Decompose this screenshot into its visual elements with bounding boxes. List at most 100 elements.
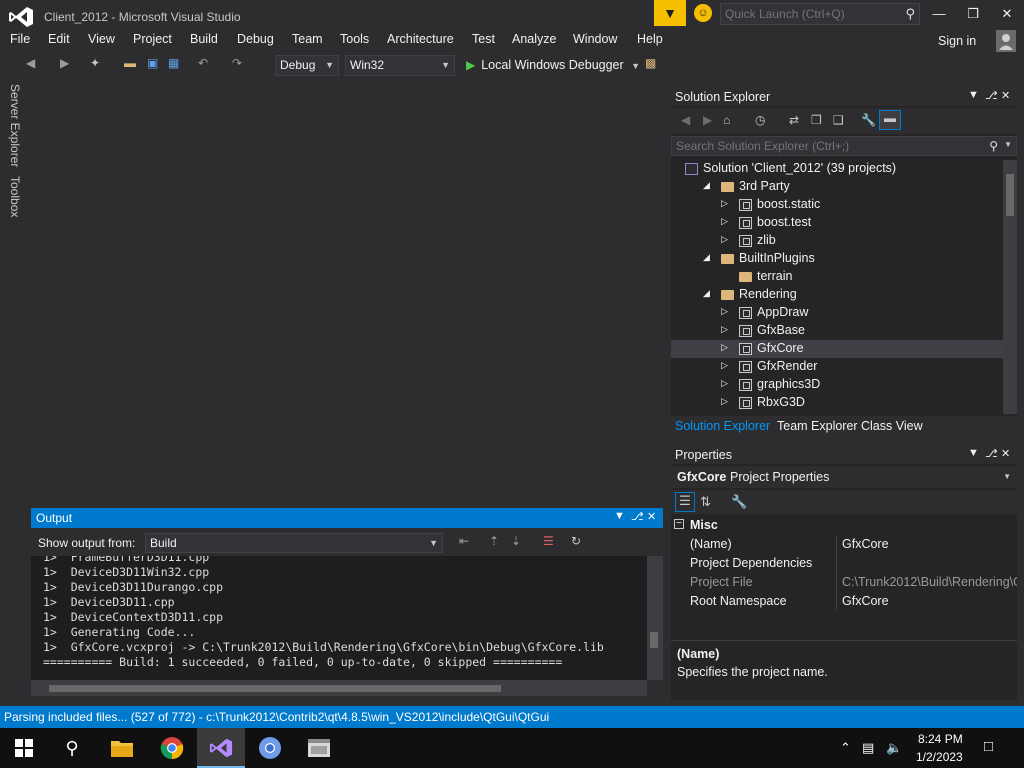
app-window-icon[interactable] [303, 734, 335, 762]
close-icon[interactable]: ✕ [1001, 447, 1010, 460]
search-icon[interactable]: ⚲ [56, 734, 88, 762]
expand-arrow-icon[interactable]: ▷ [721, 360, 728, 371]
tree-item[interactable]: ▷ GfxBase [671, 322, 1003, 340]
tree-item[interactable]: ▷ GfxRender [671, 358, 1003, 376]
expand-arrow-icon[interactable]: ▷ [721, 216, 728, 227]
save-all-icon[interactable]: ▦ [168, 56, 179, 70]
collapse-all-icon[interactable]: ❐ [811, 113, 822, 127]
menu-project[interactable]: Project [133, 32, 172, 46]
pending-changes-icon[interactable]: ◷ [755, 113, 765, 127]
save-icon[interactable]: ▣ [147, 56, 158, 70]
new-project-icon[interactable]: ✦ [90, 56, 100, 70]
menu-edit[interactable]: Edit [48, 32, 70, 46]
property-value[interactable]: GfxCore [842, 537, 1017, 551]
preview-selected-icon[interactable]: ▬ [879, 110, 901, 130]
property-row[interactable]: Project File C:\Trunk2012\Build\Renderin… [671, 573, 1017, 592]
properties-object-selector[interactable]: GfxCore Project Properties ▼ [671, 466, 1017, 488]
file-explorer-icon[interactable] [106, 734, 138, 762]
show-all-files-icon[interactable]: ❑ [833, 113, 844, 127]
tree-item[interactable]: ▷ boost.static [671, 196, 1003, 214]
tree-item[interactable]: terrain [671, 268, 1003, 286]
expand-arrow-icon[interactable]: ▷ [721, 342, 728, 353]
scrollbar-thumb[interactable] [650, 632, 658, 648]
home-icon[interactable]: ⌂ [723, 113, 730, 127]
quick-launch-input[interactable] [721, 4, 901, 24]
collapse-icon[interactable]: − [674, 519, 684, 529]
menu-team[interactable]: Team [292, 32, 323, 46]
output-text[interactable]: 1> FrameBufferD3D11.cpp 1> DeviceD3D11Wi… [31, 556, 647, 680]
menu-architecture[interactable]: Architecture [387, 32, 454, 46]
chrome-icon[interactable] [156, 734, 188, 762]
tree-item[interactable]: ▷ graphics3D [671, 376, 1003, 394]
property-pages-wrench-icon[interactable]: 🔧 [731, 494, 747, 510]
solution-tree-scrollbar[interactable] [1003, 160, 1017, 414]
feedback-icon[interactable]: ▼ [654, 0, 686, 26]
menu-build[interactable]: Build [190, 32, 218, 46]
menu-analyze[interactable]: Analyze [512, 32, 556, 46]
menu-view[interactable]: View [88, 32, 115, 46]
menu-debug[interactable]: Debug [237, 32, 274, 46]
pin-icon[interactable]: ⎇ [985, 89, 998, 102]
word-wrap-icon[interactable]: ↻ [571, 534, 581, 548]
tree-item[interactable]: ◢ BuiltInPlugins [671, 250, 1003, 268]
sync-icon[interactable]: ⇄ [789, 113, 799, 127]
property-row[interactable]: (Name) GfxCore [671, 535, 1017, 554]
find-next-icon[interactable]: ⇣ [511, 534, 521, 548]
configuration-dropdown[interactable]: Debug ▼ [275, 55, 339, 76]
sign-in-link[interactable]: Sign in [938, 34, 976, 48]
tab-class-view[interactable]: Class View [861, 419, 923, 433]
tab-server-explorer[interactable]: Server Explorer [8, 84, 22, 167]
chevron-down-icon[interactable]: ▼ [1003, 472, 1011, 481]
collapse-arrow-icon[interactable]: ◢ [703, 288, 710, 299]
collapse-arrow-icon[interactable]: ◢ [703, 252, 710, 263]
platform-dropdown[interactable]: Win32 ▼ [345, 55, 455, 76]
tree-item[interactable]: ▷ RbxG3D [671, 394, 1003, 412]
solution-search-input[interactable] [672, 137, 982, 155]
search-icon[interactable]: ⚲ [989, 139, 998, 153]
find-in-files-icon[interactable]: ▩ [645, 56, 656, 70]
undo-icon[interactable]: ↶ [198, 56, 208, 70]
alphabetical-icon[interactable]: ⇅ [700, 494, 711, 510]
search-icon[interactable]: ⚲ [905, 6, 915, 22]
expand-arrow-icon[interactable]: ▷ [721, 324, 728, 335]
tab-toolbox[interactable]: Toolbox [8, 176, 22, 217]
windows-start-icon[interactable] [8, 734, 40, 762]
pin-icon[interactable]: ⎇ [631, 510, 644, 523]
tree-item[interactable]: ▷ AppDraw [671, 304, 1003, 322]
chevron-up-icon[interactable]: ⌃ [840, 740, 851, 756]
property-value[interactable]: C:\Trunk2012\Build\Rendering\G [842, 575, 1017, 589]
close-icon[interactable]: ✕ [1001, 89, 1010, 102]
solution-search-box[interactable]: ⚲ ▼ [671, 136, 1017, 156]
forward-icon[interactable]: ▶ [703, 113, 712, 127]
panel-menu-icon[interactable]: ▼ [968, 89, 979, 101]
collapse-arrow-icon[interactable]: ◢ [703, 180, 710, 191]
clock-time[interactable]: 8:24 PM [918, 732, 963, 746]
tree-item[interactable]: ◢ Rendering [671, 286, 1003, 304]
close-button[interactable]: ✕ [992, 4, 1022, 24]
find-previous-icon[interactable]: ⇡ [489, 534, 499, 548]
navigate-back-icon[interactable]: ◀ [26, 56, 35, 70]
tree-item[interactable]: ▷ boost.test [671, 214, 1003, 232]
tree-item[interactable]: ▷ GfxCore [671, 340, 1003, 358]
property-value[interactable]: GfxCore [842, 594, 1017, 608]
expand-arrow-icon[interactable]: ▷ [721, 396, 728, 407]
chevron-down-icon[interactable]: ▼ [1004, 140, 1012, 149]
expand-arrow-icon[interactable]: ▷ [721, 234, 728, 245]
tree-item[interactable]: ◢ 3rd Party [671, 178, 1003, 196]
redo-icon[interactable]: ↷ [232, 56, 242, 70]
start-debugging-button[interactable]: ▶ Local Windows Debugger ▼ [466, 55, 640, 76]
panel-menu-icon[interactable]: ▼ [968, 447, 979, 459]
account-icon[interactable] [996, 30, 1016, 52]
menu-test[interactable]: Test [472, 32, 495, 46]
clear-all-icon[interactable]: ☰ [543, 534, 554, 548]
navigate-forward-icon[interactable]: ▶ [60, 56, 69, 70]
open-file-icon[interactable]: ▬ [124, 56, 136, 70]
properties-wrench-icon[interactable]: 🔧 [861, 113, 876, 127]
output-vertical-scrollbar[interactable] [647, 556, 663, 680]
maximize-button[interactable]: ❐ [958, 4, 988, 24]
menu-help[interactable]: Help [637, 32, 663, 46]
expand-arrow-icon[interactable]: ▷ [721, 378, 728, 389]
network-icon[interactable]: ▤ [862, 740, 874, 756]
close-icon[interactable]: ✕ [647, 510, 656, 523]
expand-arrow-icon[interactable]: ▷ [721, 306, 728, 317]
